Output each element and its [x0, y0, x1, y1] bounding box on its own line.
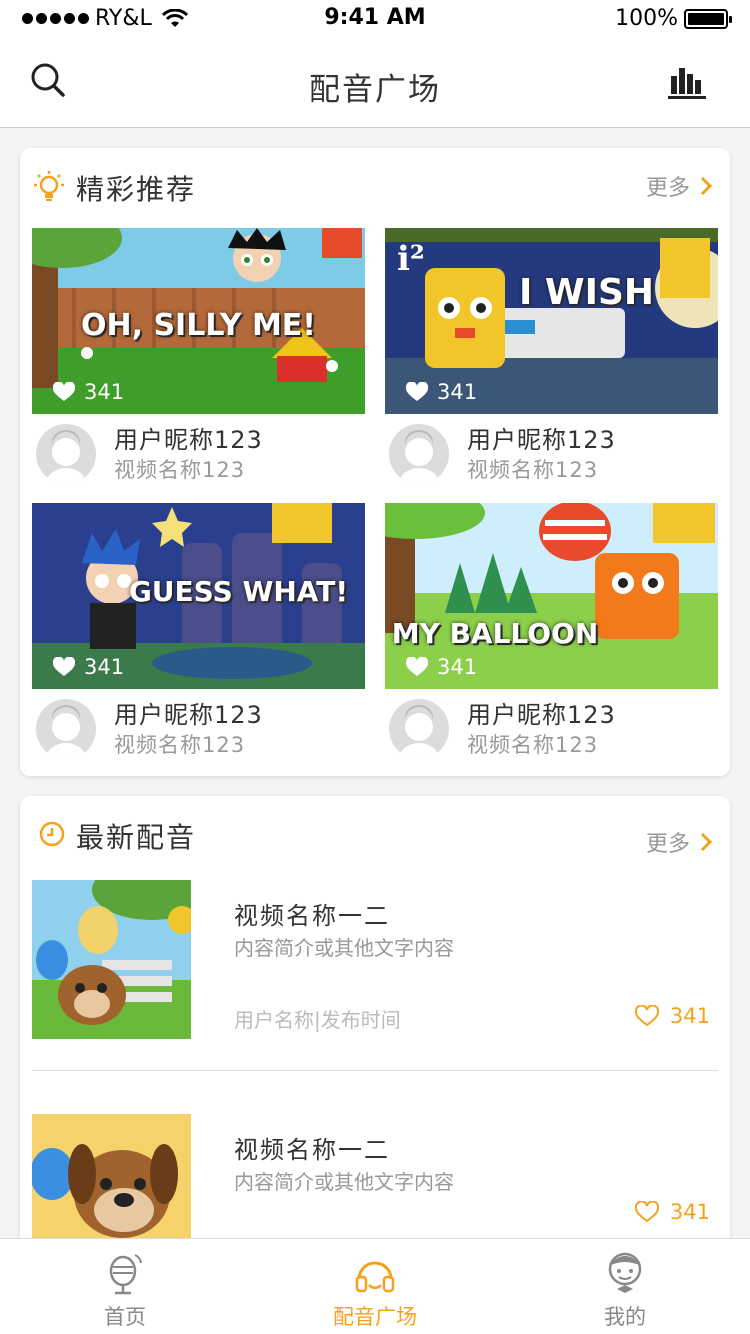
- video-name: 视频名称123: [467, 733, 599, 757]
- featured-header: 精彩推荐 更多: [20, 148, 730, 224]
- featured-title: 精彩推荐: [76, 173, 197, 206]
- featured-card: 精彩推荐 更多 OH, SILLY ME! 341 用户昵称123 视频名称12…: [20, 148, 730, 776]
- list-item[interactable]: 视频名称一二 内容简介或其他文字内容 用户名称|发布时间 341: [32, 880, 718, 1040]
- video-name: 视频名称123: [114, 458, 246, 482]
- latest-header: 最新配音 更多: [20, 796, 730, 872]
- heart-icon: [405, 382, 429, 401]
- user-nickname: 用户昵称123: [467, 426, 616, 454]
- default-avatar-icon: [399, 705, 439, 759]
- video-thumbnail[interactable]: GUESS WHAT! 341: [32, 503, 365, 689]
- user-nickname: 用户昵称123: [467, 701, 616, 729]
- battery-icon: [684, 8, 732, 29]
- featured-more-link[interactable]: 更多: [646, 170, 712, 202]
- like-button[interactable]: 341: [634, 1004, 710, 1028]
- video-thumbnail[interactable]: MY BALLOON 341: [385, 503, 718, 689]
- nav-bar: 配音广场: [0, 40, 750, 128]
- like-number: 341: [84, 380, 125, 404]
- more-label: 更多: [645, 176, 690, 201]
- heart-outline-icon: [634, 1201, 659, 1223]
- ranking-icon[interactable]: [668, 66, 706, 100]
- like-number: 341: [669, 1004, 710, 1028]
- video-thumbnail[interactable]: i² I WISH 341: [385, 228, 718, 414]
- like-number: 341: [437, 655, 478, 679]
- avatar[interactable]: [36, 699, 96, 759]
- latest-more-link[interactable]: 更多: [646, 826, 712, 858]
- user-nickname: 用户昵称123: [114, 426, 263, 454]
- battery-percent: 100%: [615, 6, 678, 31]
- list-item[interactable]: 视频名称一二 内容简介或其他文字内容 341: [32, 1114, 718, 1256]
- video-description: 内容简介或其他文字内容: [234, 936, 454, 960]
- page-title: 配音广场: [309, 72, 441, 108]
- avatar[interactable]: [36, 424, 96, 484]
- video-name: 视频名称123: [114, 733, 246, 757]
- default-avatar-icon: [399, 430, 439, 484]
- heart-icon: [52, 657, 76, 676]
- video-thumbnail[interactable]: [32, 880, 191, 1039]
- clock-icon: [39, 821, 65, 847]
- heart-icon: [52, 382, 76, 401]
- thumbnail-caption: MY BALLOON: [391, 617, 599, 650]
- user-nickname: 用户昵称123: [114, 701, 263, 729]
- thumbnail-caption: I WISH: [518, 272, 655, 313]
- tab-label: 我的: [604, 1305, 646, 1329]
- video-thumbnail[interactable]: OH, SILLY ME! 341: [32, 228, 365, 414]
- latest-title: 最新配音: [76, 821, 197, 854]
- like-number: 341: [84, 655, 125, 679]
- microphone-icon: [109, 1254, 142, 1295]
- status-bar: RY&L 9:41 AM 100%: [0, 0, 750, 40]
- like-count: 341: [405, 380, 477, 404]
- video-title: 视频名称一二: [234, 902, 390, 930]
- thumbnail-art: [32, 880, 191, 1039]
- heart-outline-icon: [634, 1005, 659, 1027]
- tab-label: 配音广场: [333, 1305, 417, 1329]
- svg-text:i²: i²: [397, 239, 425, 279]
- tab-bar: 首页 配音广场 我的: [0, 1238, 750, 1334]
- tab-profile[interactable]: 我的: [500, 1239, 750, 1334]
- thumbnail-art: [32, 1114, 191, 1256]
- headphones-icon: [355, 1261, 395, 1293]
- video-title: 视频名称一二: [234, 1136, 390, 1164]
- latest-card: 最新配音 更多 视频名称一二 内容简介或其他文字内容 用户名称|发布时间 341…: [20, 796, 730, 1256]
- author-row: 用户昵称123 视频名称123: [385, 414, 718, 504]
- tab-home[interactable]: 首页: [0, 1239, 250, 1334]
- featured-item[interactable]: OH, SILLY ME! 341 用户昵称123 视频名称123: [32, 228, 365, 504]
- video-thumbnail[interactable]: [32, 1114, 191, 1256]
- tab-dubbing-square[interactable]: 配音广场: [250, 1239, 500, 1334]
- like-count: 341: [52, 655, 124, 679]
- profile-icon: [608, 1252, 642, 1293]
- like-number: 341: [437, 380, 478, 404]
- more-label: 更多: [645, 832, 690, 857]
- heart-icon: [405, 657, 429, 676]
- video-description: 内容简介或其他文字内容: [234, 1170, 454, 1194]
- like-number: 341: [669, 1200, 710, 1224]
- author-row: 用户昵称123 视频名称123: [32, 689, 365, 776]
- chevron-right-icon: [700, 832, 712, 852]
- default-avatar-icon: [46, 430, 86, 484]
- like-count: 341: [405, 655, 477, 679]
- thumbnail-caption: OH, SILLY ME!: [81, 308, 316, 343]
- avatar[interactable]: [389, 424, 449, 484]
- lightbulb-icon: [34, 171, 64, 201]
- thumbnail-caption: GUESS WHAT!: [128, 575, 349, 608]
- like-count: 341: [52, 380, 124, 404]
- video-name: 视频名称123: [467, 458, 599, 482]
- author-and-time: 用户名称|发布时间: [234, 1008, 401, 1032]
- featured-item[interactable]: GUESS WHAT! 341 用户昵称123 视频名称123: [32, 503, 365, 776]
- chevron-right-icon: [700, 176, 712, 196]
- battery-group: 100%: [615, 6, 732, 31]
- featured-item[interactable]: i² I WISH 341 用户昵称123 视频名称123: [385, 228, 718, 504]
- tab-label: 首页: [104, 1305, 146, 1329]
- avatar[interactable]: [389, 699, 449, 759]
- featured-item[interactable]: MY BALLOON 341 用户昵称123 视频名称123: [385, 503, 718, 776]
- author-row: 用户昵称123 视频名称123: [385, 689, 718, 776]
- like-button[interactable]: 341: [634, 1200, 710, 1224]
- divider: [32, 1070, 718, 1071]
- author-row: 用户昵称123 视频名称123: [32, 414, 365, 504]
- default-avatar-icon: [46, 705, 86, 759]
